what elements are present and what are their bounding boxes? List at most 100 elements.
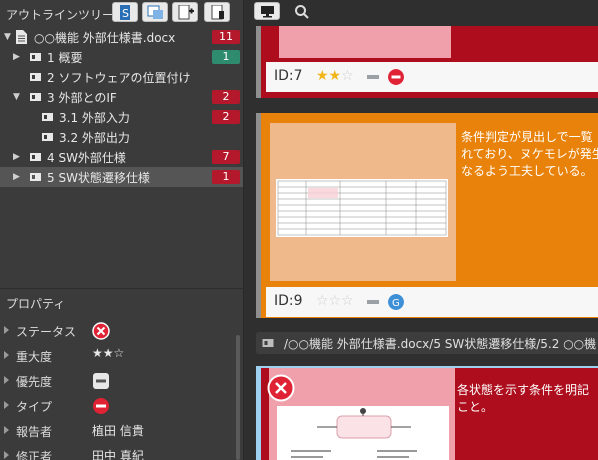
expand-icon[interactable]	[4, 401, 9, 409]
card-description: 各状態を示す条件を明記	[457, 383, 590, 397]
expand-icon[interactable]	[4, 376, 9, 384]
tree-item-label: 4 SW外部仕様	[47, 151, 126, 165]
card-description: 条件判定が見出しで一覧	[461, 130, 593, 144]
prop-name: ステータス	[16, 325, 77, 339]
prop-name: 修正者	[16, 450, 53, 460]
severity-stars[interactable]: ★★☆	[92, 346, 124, 360]
priority-minus-icon[interactable]	[367, 300, 379, 304]
prop-value[interactable]: 植田 信貴	[92, 422, 144, 439]
view-button[interactable]	[142, 2, 168, 22]
prop-name: 重大度	[16, 350, 53, 364]
screen-button[interactable]	[254, 2, 280, 20]
chevron-down-icon[interactable]: ▼	[4, 32, 11, 42]
section-icon	[30, 93, 41, 101]
tree-item[interactable]: ▶ 4 SW外部仕様 7	[0, 147, 244, 167]
tree-doc-label: ○○機能 外部仕様書.docx	[34, 31, 176, 45]
tree-doc-row[interactable]: ▼ ○○機能 外部仕様書.docx 11	[0, 27, 244, 47]
tree-item-label: 3.2 外部出力	[59, 131, 130, 145]
error-icon[interactable]	[267, 374, 295, 402]
bookmark-doc-icon	[211, 5, 224, 20]
outline-header: アウトラインツリー S	[0, 0, 244, 27]
prop-status[interactable]: ステータス	[0, 318, 234, 343]
chevron-right-icon[interactable]: ▶	[13, 52, 20, 62]
bookmark-doc-button[interactable]	[204, 2, 230, 22]
card-id: ID:9	[274, 293, 303, 309]
prop-severity[interactable]: 重大度 ★★☆	[0, 343, 234, 368]
tree-doc-count: 11	[212, 30, 240, 44]
tree-item[interactable]: 3.2 外部出力	[0, 127, 244, 147]
prop-value[interactable]	[92, 397, 110, 418]
priority-minus-icon[interactable]	[367, 75, 379, 79]
document-preview	[276, 179, 448, 237]
tree-item-count: 1	[212, 170, 240, 184]
issue-card-selected[interactable]: 各状態を示す条件を明記 こと。	[256, 366, 598, 460]
section-icon	[42, 113, 53, 121]
prop-reporter[interactable]: 報告者 植田 信貴	[0, 418, 234, 443]
tree-item-label: 3.1 外部入力	[59, 111, 130, 125]
tree-item-label: 5 SW状態遷移仕様	[47, 171, 150, 185]
g-icon[interactable]: G	[388, 294, 404, 310]
prop-name: 報告者	[16, 425, 53, 439]
properties-title: プロパティ	[6, 297, 66, 311]
tree-item[interactable]: 3.1 外部入力 2	[0, 107, 244, 127]
stop-icon	[93, 398, 109, 414]
prop-name: 優先度	[16, 375, 53, 389]
card-footer: ID:7 ★★☆	[266, 62, 598, 92]
card-id: ID:7	[274, 68, 303, 84]
prop-priority[interactable]: 優先度	[0, 368, 234, 393]
card-description: れており、ヌケモレが発生し	[461, 147, 598, 161]
document-icon	[16, 30, 27, 44]
card-thumbnail[interactable]	[270, 123, 456, 281]
prop-value[interactable]: 田中 真紀	[92, 447, 144, 460]
breadcrumb-path[interactable]: /○○機能 外部仕様書.docx/5 SW状態遷移仕様/5.2 ○○機	[284, 335, 596, 352]
expand-icon[interactable]	[4, 351, 9, 359]
tree-item[interactable]: ▶ 1 概要 1	[0, 47, 244, 67]
breadcrumb: /○○機能 外部仕様書.docx/5 SW状態遷移仕様/5.2 ○○機	[256, 332, 598, 354]
tree-item-label: 3 外部とのIF	[47, 91, 117, 105]
add-doc-icon	[178, 5, 194, 20]
expand-icon[interactable]	[4, 451, 9, 459]
left-panel: アウトラインツリー S ▼ ○○機能 外部仕様書.docx 11 ▶ 1 概要 …	[0, 0, 244, 460]
error-icon	[92, 322, 110, 340]
tree-item-count: 2	[212, 90, 240, 104]
expand-icon[interactable]	[4, 426, 9, 434]
monitor-icon	[261, 6, 274, 18]
properties-scrollbar[interactable]	[236, 335, 240, 460]
tree-item[interactable]: ▼ 3 外部とのIF 2	[0, 87, 244, 107]
outline-title: アウトラインツリー	[6, 8, 115, 22]
properties-list: ステータス 重大度 ★★☆ 優先度 タイプ 報告者 植田 信貴 修正者 田中 真…	[0, 318, 234, 460]
add-doc-button[interactable]	[172, 2, 198, 22]
right-panel: ID:7 ★★☆ 条件判定が見出しで一覧 れており、ヌケモレが発生 なるよう工夫…	[244, 0, 598, 460]
chevron-right-icon[interactable]: ▶	[13, 172, 20, 182]
tree-item-selected[interactable]: ▶ 5 SW状態遷移仕様 1	[0, 167, 244, 187]
issue-card[interactable]: 条件判定が見出しで一覧 れており、ヌケモレが発生し なるよう工夫している。 ID…	[256, 113, 598, 318]
s-doc-button[interactable]: S	[112, 2, 138, 22]
priority-minus-icon	[93, 373, 109, 389]
tree-item-count: 2	[212, 110, 240, 124]
prop-value[interactable]	[92, 372, 110, 393]
panel-divider[interactable]	[0, 288, 244, 289]
tree-item[interactable]: 2 ソフトウェアの位置付け	[0, 67, 244, 87]
prop-assignee[interactable]: 修正者 田中 真紀	[0, 443, 234, 460]
card-thumbnail[interactable]	[269, 368, 455, 460]
section-icon	[262, 339, 274, 347]
stop-icon[interactable]	[388, 69, 404, 85]
chevron-down-icon[interactable]: ▼	[13, 92, 20, 102]
chevron-right-icon[interactable]: ▶	[13, 152, 20, 162]
card-footer: ID:9 ☆☆☆ G	[266, 287, 598, 317]
outline-tree: ▼ ○○機能 外部仕様書.docx 11 ▶ 1 概要 1 2 ソフトウェアの位…	[0, 27, 244, 187]
card-description: こと。	[457, 400, 494, 414]
section-icon	[42, 133, 53, 141]
prop-value[interactable]	[92, 322, 110, 343]
prop-type[interactable]: タイプ	[0, 393, 234, 418]
tree-item-count: 1	[212, 50, 240, 64]
card-stars[interactable]: ☆☆☆	[316, 293, 354, 309]
right-toolbar	[244, 0, 598, 26]
tree-item-label: 2 ソフトウェアの位置付け	[47, 71, 191, 85]
expand-icon[interactable]	[4, 326, 9, 334]
card-description: なるよう工夫している。	[461, 164, 593, 178]
card-stars[interactable]: ★★☆	[316, 68, 354, 84]
view-icon	[147, 5, 163, 19]
app-window: アウトラインツリー S ▼ ○○機能 外部仕様書.docx 11 ▶ 1 概要 …	[0, 0, 598, 460]
search-icon[interactable]	[294, 4, 310, 20]
